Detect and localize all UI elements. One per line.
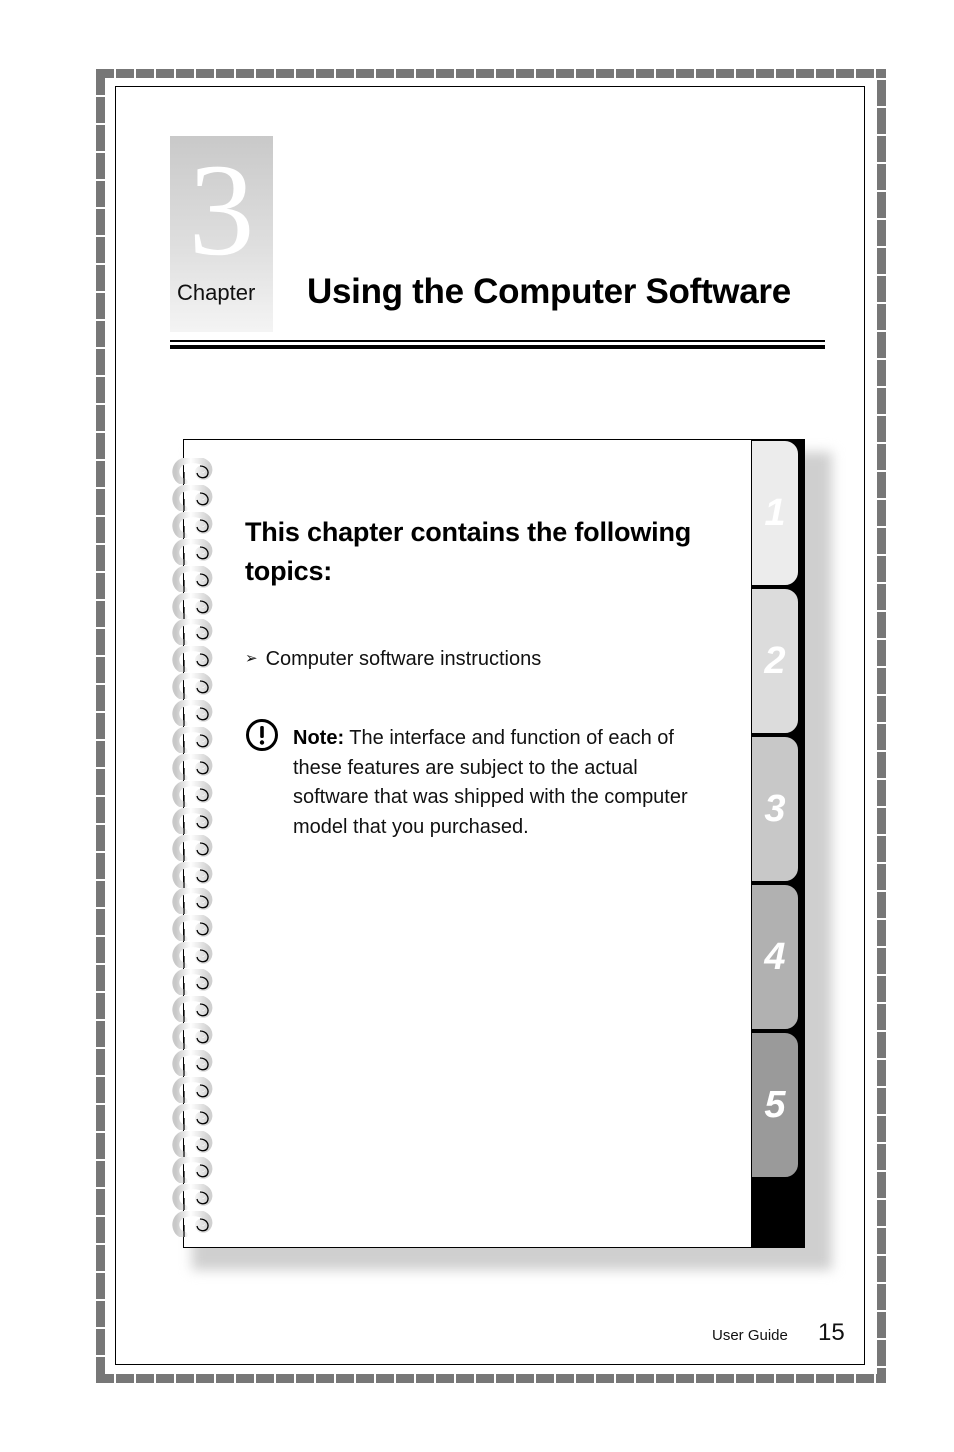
chapter-tab-2[interactable]: 2 bbox=[751, 588, 799, 734]
chapter-tab-label: 3 bbox=[764, 787, 786, 830]
page-frame-right bbox=[877, 80, 886, 1374]
spiral-ring-icon bbox=[172, 727, 213, 753]
spiral-ring-icon bbox=[172, 592, 213, 619]
spiral-ring-icon bbox=[172, 1022, 213, 1049]
note-label: Note: bbox=[293, 727, 345, 749]
title-rule-thick bbox=[170, 345, 825, 349]
spiral-ring-icon bbox=[172, 673, 213, 700]
spiral-ring-icon bbox=[172, 619, 213, 646]
page-frame-left bbox=[96, 69, 105, 1383]
note-text: Note: The interface and function of each… bbox=[293, 724, 713, 842]
page-frame-top bbox=[96, 69, 886, 78]
chapter-title: Using the Computer Software bbox=[307, 272, 791, 311]
spiral-binding bbox=[170, 458, 220, 1243]
page-frame-bottom bbox=[96, 1374, 886, 1383]
spiral-ring-icon bbox=[172, 996, 213, 1022]
spiral-ring-icon bbox=[172, 1157, 213, 1184]
spiral-ring-icon bbox=[172, 538, 213, 565]
chapter-tab-5[interactable]: 5 bbox=[751, 1032, 799, 1178]
spiral-ring-icon bbox=[172, 753, 213, 780]
chapter-tab-3[interactable]: 3 bbox=[751, 736, 799, 882]
spiral-ring-icon bbox=[172, 700, 213, 727]
spiral-ring-icon bbox=[172, 1049, 213, 1076]
spiral-ring-icon bbox=[172, 458, 213, 484]
spiral-ring-icon bbox=[172, 1103, 213, 1130]
spiral-ring-icon bbox=[172, 915, 213, 942]
footer-label: User Guide bbox=[712, 1327, 788, 1344]
chapter-tab-label: 5 bbox=[764, 1083, 786, 1126]
chapter-label: Chapter bbox=[177, 280, 256, 305]
arrow-bullet-icon: ➢ bbox=[245, 650, 258, 667]
spiral-ring-icon bbox=[172, 942, 213, 969]
spiral-ring-icon bbox=[172, 1184, 213, 1211]
spiral-ring-icon bbox=[172, 1211, 213, 1238]
chapter-tab-label: 1 bbox=[764, 491, 786, 534]
note-body: The interface and function of each of th… bbox=[293, 727, 688, 838]
chapter-number: 3 bbox=[188, 136, 255, 283]
topics-heading: This chapter contains the following topi… bbox=[245, 517, 692, 586]
spiral-ring-icon bbox=[172, 511, 213, 538]
spiral-ring-icon bbox=[172, 861, 213, 888]
topic-item[interactable]: ➢ Computer software instructions bbox=[245, 648, 541, 671]
chapter-tab-1[interactable]: 1 bbox=[751, 440, 799, 586]
chapter-tab-label: 4 bbox=[764, 935, 786, 978]
spiral-ring-icon bbox=[172, 1130, 213, 1157]
spiral-ring-icon bbox=[172, 888, 213, 915]
chapter-tab-4[interactable]: 4 bbox=[751, 884, 799, 1030]
spiral-ring-icon bbox=[172, 565, 213, 592]
spiral-ring-icon bbox=[172, 807, 213, 834]
chapter-tab-label: 2 bbox=[764, 639, 786, 682]
topic-label: Computer software instructions bbox=[265, 648, 542, 670]
spiral-ring-icon bbox=[172, 646, 213, 673]
spiral-ring-icon bbox=[172, 834, 213, 861]
spiral-ring-icon bbox=[172, 1076, 213, 1103]
title-rule-thin bbox=[170, 340, 825, 342]
spiral-ring-icon bbox=[172, 484, 213, 511]
spiral-ring-icon bbox=[172, 780, 213, 807]
spiral-ring-icon bbox=[172, 969, 213, 996]
exclamation-circle-icon bbox=[246, 719, 278, 751]
page-number: 15 bbox=[818, 1319, 845, 1346]
